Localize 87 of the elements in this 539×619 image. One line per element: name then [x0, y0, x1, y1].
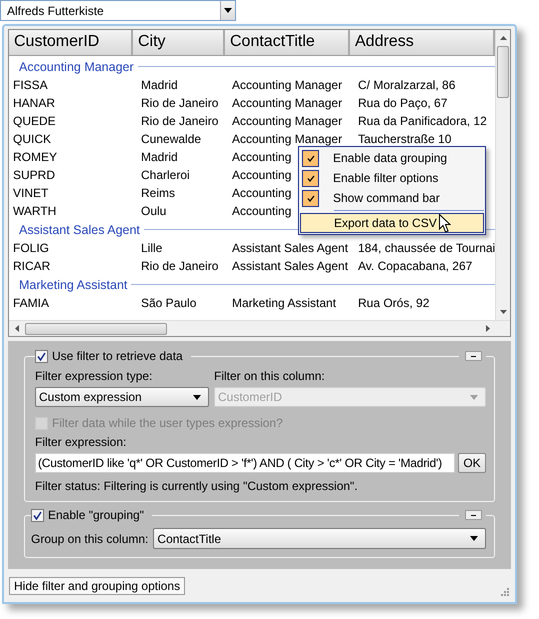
resize-grip-icon: [500, 587, 509, 596]
collapse-button[interactable]: [465, 351, 482, 361]
menu-item[interactable]: Enable filter options: [300, 168, 484, 188]
table-cell: ROMEY: [13, 150, 58, 164]
group-title: Use filter to retrieve data: [51, 349, 183, 363]
table-cell: Taucherstraße 10: [358, 132, 452, 146]
column-header[interactable]: ContactTitle: [225, 30, 350, 55]
table-cell: QUEDE: [13, 114, 56, 128]
table-cell: Accounting Manager: [232, 96, 342, 110]
table-cell: Madrid: [141, 150, 178, 164]
checkbox-label: Filter data while the user types expression?: [52, 416, 283, 430]
vertical-scrollbar[interactable]: [495, 30, 510, 320]
collapse-button[interactable]: [465, 510, 482, 520]
table-cell: Rua da Panificadora, 12: [358, 114, 487, 128]
table-cell: Assistant Sales Agent: [232, 241, 348, 255]
table-cell: VINET: [13, 186, 48, 200]
group-header[interactable]: Assistant Sales Agent: [19, 222, 144, 236]
table-cell: Rio de Janeiro: [141, 259, 218, 273]
table-cell: Lille: [141, 241, 162, 255]
caret-icon: [470, 394, 478, 400]
caret-icon: [470, 536, 478, 541]
table-cell: Rio de Janeiro: [141, 96, 218, 110]
checkbox[interactable]: [31, 508, 44, 522]
scroll-thumb[interactable]: [497, 46, 509, 98]
table-cell: Accounting: [232, 168, 292, 182]
table-cell: Accounting: [232, 150, 292, 164]
caret-icon: [193, 394, 201, 400]
horizontal-scrollbar[interactable]: [9, 320, 510, 336]
table-cell: Charleroi: [141, 168, 190, 182]
scroll-down-icon: [500, 310, 506, 314]
scroll-up-icon: [500, 36, 506, 40]
group-column-dropdown[interactable]: ContactTitle: [153, 528, 486, 549]
menu-item[interactable]: Show command bar: [300, 188, 484, 208]
group-header[interactable]: Marketing Assistant: [19, 278, 132, 292]
scroll-right-icon: [486, 325, 490, 332]
group-header[interactable]: Accounting Manager: [19, 60, 138, 74]
column-header[interactable]: CustomerID: [9, 30, 133, 55]
scroll-left-icon: [15, 325, 19, 332]
table-cell: Madrid: [141, 78, 178, 92]
tick-icon: [306, 154, 314, 162]
caret-icon: [224, 8, 232, 13]
table-cell: 184, chaussée de Tournai: [358, 241, 495, 255]
table-cell: Reims: [141, 186, 176, 200]
tick-icon: [306, 194, 314, 202]
table-cell: FOLIG: [13, 241, 50, 255]
menu-item[interactable]: Enable data grouping: [300, 148, 484, 168]
table-cell: Accounting: [232, 204, 292, 218]
expression-type-dropdown[interactable]: Custom expression: [35, 387, 209, 407]
table-cell: Marketing Assistant: [232, 296, 336, 310]
scroll-thumb[interactable]: [25, 322, 167, 334]
table-cell: Av. Copacabana, 267: [358, 259, 472, 273]
table-cell: C/ Moralzarzal, 86: [358, 78, 456, 92]
table-cell: Oulu: [141, 204, 166, 218]
table-cell: Rio de Janeiro: [141, 114, 218, 128]
menu-item[interactable]: Export data to CSV: [300, 213, 484, 233]
table-cell: WARTH: [13, 204, 56, 218]
minus-icon: [471, 514, 476, 516]
table-cell: Accounting Manager: [232, 114, 342, 128]
tick-icon: [306, 174, 314, 182]
table-cell: FISSA: [13, 78, 48, 92]
checkbox[interactable]: [35, 350, 48, 362]
table-cell: FAMIA: [13, 296, 50, 310]
table-cell: Cunewalde: [141, 132, 202, 146]
check-icon: [37, 352, 46, 360]
table-cell: RICAR: [13, 259, 50, 273]
table-cell: HANAR: [13, 96, 56, 110]
table-cell: Rua do Paço, 67: [358, 96, 448, 110]
group-title: Enable "grouping": [47, 508, 144, 522]
table-cell: Accounting: [232, 186, 292, 200]
field-label: Filter expression type:: [35, 369, 154, 383]
table-cell: Assistant Sales Agent: [232, 259, 348, 273]
check-icon: [33, 510, 42, 520]
hide-options-button[interactable]: Hide filter and grouping options: [9, 577, 186, 595]
customer-dropdown[interactable]: Alfreds Futterkiste: [0, 0, 236, 21]
filter-status: Filter status: Filtering is currently using "Custom expression".: [35, 479, 359, 493]
table-cell: São Paulo: [141, 296, 196, 310]
field-label: Filter expression:: [35, 435, 128, 449]
ok-button[interactable]: OK: [458, 453, 486, 473]
expression-field[interactable]: (CustomerID like 'q*' OR CustomerID > 'f*') AND ( City > 'c*' OR City = 'Madrid'): [35, 453, 455, 473]
column-header[interactable]: City: [133, 30, 225, 55]
table-cell: Accounting Manager: [232, 132, 342, 146]
table-cell: Accounting Manager: [232, 78, 342, 92]
table-cell: Rua Orós, 92: [358, 296, 430, 310]
table-cell: QUICK: [13, 132, 52, 146]
table-cell: SUPRD: [13, 168, 56, 182]
field-label: Filter on this column:: [214, 369, 326, 383]
field-label: Group on this column:: [31, 532, 148, 546]
